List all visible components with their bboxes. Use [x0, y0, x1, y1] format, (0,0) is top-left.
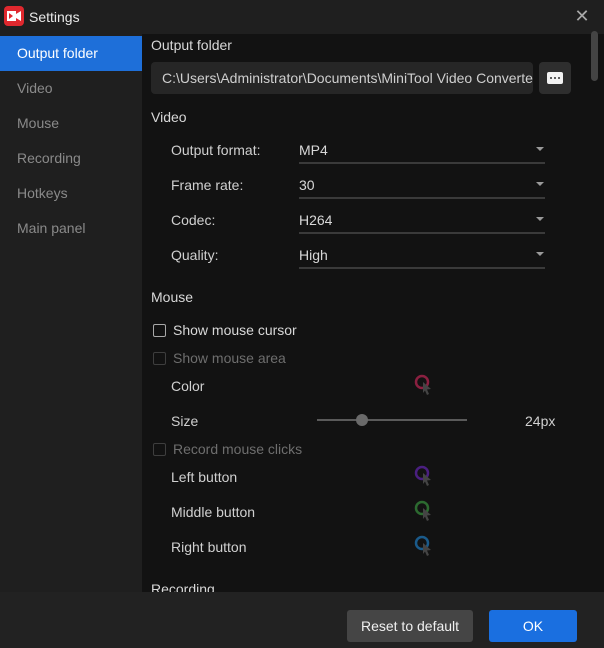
- slider-track: [317, 419, 467, 421]
- chevron-down-icon: [536, 252, 544, 256]
- section-title-mouse: Mouse: [151, 289, 194, 305]
- more-dots-icon: [547, 72, 563, 84]
- video-camera-icon: [4, 6, 24, 26]
- sidebar-item-output-folder[interactable]: Output folder: [0, 36, 142, 71]
- quality-select[interactable]: High: [299, 241, 545, 269]
- slider-thumb[interactable]: [356, 414, 368, 426]
- right-button-label: Right button: [171, 539, 247, 555]
- ok-button[interactable]: OK: [489, 610, 577, 642]
- output-format-select[interactable]: MP4: [299, 136, 545, 164]
- codec-select[interactable]: H264: [299, 206, 545, 234]
- color-label: Color: [171, 378, 205, 394]
- codec-label: Codec:: [171, 212, 216, 228]
- quality-value: High: [299, 247, 328, 263]
- browse-button[interactable]: [539, 62, 571, 94]
- chevron-down-icon: [536, 147, 544, 151]
- section-title-recording: Recording: [151, 581, 215, 592]
- codec-value: H264: [299, 212, 333, 228]
- chevron-down-icon: [536, 217, 544, 221]
- sidebar-item-video[interactable]: Video: [0, 71, 142, 106]
- output-format-label: Output format:: [171, 142, 261, 158]
- output-format-value: MP4: [299, 142, 328, 158]
- record-mouse-clicks-label: Record mouse clicks: [173, 441, 303, 457]
- frame-rate-label: Frame rate:: [171, 177, 244, 193]
- checkbox-box: [153, 443, 166, 456]
- reset-to-default-button[interactable]: Reset to default: [347, 610, 473, 642]
- scrollbar[interactable]: [591, 31, 598, 81]
- show-mouse-cursor-label: Show mouse cursor: [173, 322, 297, 338]
- settings-content: Output folder C:\Users\Administrator\Doc…: [142, 34, 604, 592]
- left-button-label: Left button: [171, 469, 238, 485]
- quality-label: Quality:: [171, 247, 219, 263]
- window-title: Settings: [29, 9, 80, 25]
- show-mouse-area-label: Show mouse area: [173, 350, 286, 366]
- sidebar-item-hotkeys[interactable]: Hotkeys: [0, 176, 142, 211]
- frame-rate-value: 30: [299, 177, 315, 193]
- sidebar-item-recording[interactable]: Recording: [0, 141, 142, 176]
- size-label: Size: [171, 413, 199, 429]
- frame-rate-select[interactable]: 30: [299, 171, 545, 199]
- close-icon[interactable]: ✕: [572, 6, 592, 26]
- checkbox-box: [153, 352, 166, 365]
- left-button-color-icon[interactable]: [414, 465, 434, 487]
- sidebar-item-mouse[interactable]: Mouse: [0, 106, 142, 141]
- mouse-size-value: 24px: [525, 413, 556, 429]
- output-path-field[interactable]: C:\Users\Administrator\Documents\MiniToo…: [151, 62, 533, 94]
- section-title-video: Video: [151, 109, 187, 125]
- middle-button-color-icon[interactable]: [414, 500, 434, 522]
- sidebar: Output folder Video Mouse Recording Hotk…: [0, 36, 142, 592]
- checkbox-box: [153, 324, 166, 337]
- sidebar-item-main-panel[interactable]: Main panel: [0, 211, 142, 246]
- footer: Reset to default OK: [0, 592, 604, 648]
- section-title-output-folder: Output folder: [151, 37, 232, 53]
- middle-button-label: Middle button: [171, 504, 256, 520]
- right-button-color-icon[interactable]: [414, 535, 434, 557]
- mouse-color-picker-icon[interactable]: [414, 374, 434, 396]
- chevron-down-icon: [536, 182, 544, 186]
- mouse-size-slider[interactable]: [317, 413, 467, 427]
- title-bar: Settings ✕: [0, 0, 604, 34]
